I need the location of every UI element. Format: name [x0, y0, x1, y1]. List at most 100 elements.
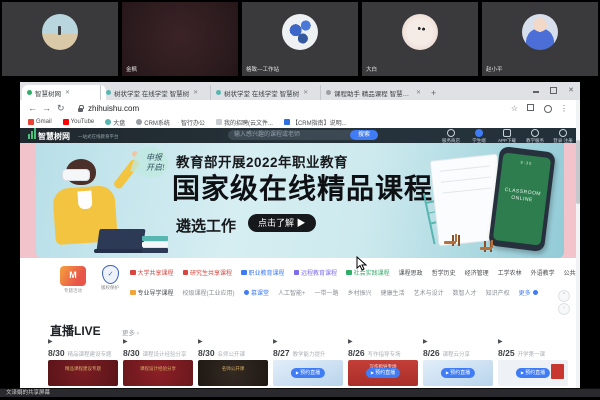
- bookmark-item[interactable]: Gmail: [28, 119, 52, 125]
- search-input[interactable]: [228, 130, 356, 140]
- category-link[interactable]: 哲学历史: [432, 268, 456, 277]
- tab-close-icon[interactable]: ✕: [416, 89, 421, 96]
- hero-banner[interactable]: 申报 开启! 教育部开展2022年职业教育 国家级在线精品课程 遴选工作 点击了…: [36, 143, 564, 258]
- bookmark-item[interactable]: 大盘: [105, 118, 125, 127]
- live-item[interactable]: ▶ 8/26写作指导专场 写作指导专场预约直播: [348, 338, 418, 386]
- live-item[interactable]: ▶ 8/30精品课程建设专题 精品课程建设专题: [48, 338, 118, 386]
- tab-title: 树状学堂 在线学堂 智慧树: [114, 88, 189, 98]
- live-item[interactable]: ▶ 8/30课程设计经验分享 课程设计经验分享: [123, 338, 193, 386]
- banner-cta-button[interactable]: 点击了解 ▶: [248, 214, 316, 232]
- promo-logo[interactable]: M: [60, 266, 86, 286]
- tab-group-icon[interactable]: [527, 104, 534, 111]
- category-link[interactable]: 乡村振兴: [348, 288, 372, 297]
- back-icon[interactable]: ←: [28, 103, 37, 113]
- category-link[interactable]: 远程教育课程: [294, 268, 338, 277]
- menu-item-student[interactable]: 学生端: [468, 129, 490, 144]
- category-link[interactable]: 慕课堂: [244, 288, 270, 297]
- tab-close-icon[interactable]: ✕: [303, 89, 308, 96]
- participant-tile[interactable]: [2, 2, 118, 76]
- avatar: [522, 14, 558, 50]
- reserve-live-button[interactable]: 预约直播: [366, 368, 400, 378]
- classroom-online-text: CLASSROOM ONLINE: [498, 186, 547, 206]
- scrollbar-track[interactable]: [576, 100, 580, 394]
- bookmark-star-icon[interactable]: ☆: [511, 104, 518, 113]
- promo-logo-caption: 专题活动: [58, 288, 88, 294]
- live-thumbnail[interactable]: 课程设计经验分享: [123, 360, 193, 386]
- site-logo[interactable]: 智慧树网: [38, 131, 70, 142]
- bookmark-item[interactable]: 【CRM指南】说明...: [284, 118, 347, 127]
- live-item[interactable]: ▶ 8/26课程云分享 预约直播: [423, 338, 493, 386]
- participant-tile[interactable]: 格致—工作站: [242, 2, 358, 76]
- scrollbar-thumb[interactable]: [576, 140, 580, 204]
- menu-dots-icon[interactable]: ⋮: [560, 104, 568, 113]
- briefcase-icon: [241, 270, 247, 276]
- category-link[interactable]: 数智人才: [453, 288, 477, 297]
- browser-tab[interactable]: 智慧树网 ✕: [22, 85, 106, 100]
- participant-name: 格致—工作站: [246, 65, 279, 73]
- reserve-live-button[interactable]: 预约直播: [441, 368, 475, 378]
- category-link[interactable]: 一带一路: [315, 288, 339, 297]
- menu-item-store[interactable]: 服务商店: [440, 129, 462, 144]
- back-to-top-button[interactable]: ⌃: [558, 290, 570, 302]
- bookmark-item[interactable]: YouTube: [63, 119, 95, 125]
- category-link[interactable]: 人工智能+: [278, 288, 306, 297]
- category-more-link[interactable]: 更多: [519, 288, 539, 297]
- mooc-icon: [244, 290, 250, 296]
- category-row-1: 大学共享课程 研究生共享课程 职业教育课程 远程教育课程 社会实践课程 课程思政…: [130, 268, 572, 277]
- category-link[interactable]: 职业教育课程: [241, 268, 285, 277]
- category-link[interactable]: 专业导学课程: [130, 288, 174, 297]
- participant-strip: 金枫 格致—工作站 大白 赵小平: [2, 2, 598, 76]
- browser-tab[interactable]: 课程助手 精品课程 智慧树网 ✕: [320, 85, 433, 100]
- participant-tile[interactable]: 大白: [362, 2, 478, 76]
- participant-tile[interactable]: 金枫: [122, 2, 238, 76]
- header-menu: 服务商店 学生端 APP下载 教学服务 登录·注册: [440, 129, 574, 144]
- live-thumbnail[interactable]: 预约直播: [273, 360, 343, 386]
- menu-item-teaching[interactable]: 教学服务: [524, 129, 546, 144]
- reserve-live-button[interactable]: 预约直播: [516, 368, 550, 378]
- url-text[interactable]: zhihuishu.com: [88, 104, 139, 113]
- forward-icon[interactable]: →: [42, 103, 51, 113]
- plus-icon: +: [431, 88, 436, 98]
- category-link[interactable]: 外语教学: [531, 268, 555, 277]
- profile-icon[interactable]: [544, 105, 552, 113]
- reserve-live-button[interactable]: 预约直播: [291, 368, 325, 378]
- category-link[interactable]: 大学共享课程: [130, 268, 174, 277]
- live-item[interactable]: ▶ 8/27教学能力提升 预约直播: [273, 338, 343, 386]
- close-icon[interactable]: ✕: [568, 87, 574, 94]
- category-link[interactable]: 工学农林: [498, 268, 522, 277]
- category-link[interactable]: 校级课程(工业应用): [183, 288, 235, 297]
- browser-tab[interactable]: 树状学堂 在线学堂 智慧树 ✕: [210, 85, 327, 100]
- bookmark-item[interactable]: 智行办公: [181, 118, 205, 127]
- category-link[interactable]: 知识产权: [486, 288, 510, 297]
- category-link[interactable]: 艺术与设计: [414, 288, 444, 297]
- live-thumbnail[interactable]: 名师公开课: [198, 360, 268, 386]
- category-link[interactable]: 研究生共享课程: [183, 268, 233, 277]
- category-link[interactable]: 健康生活: [381, 288, 405, 297]
- browser-tab[interactable]: 树状学堂 在线学堂 智慧树 ✕: [100, 85, 217, 100]
- new-tab-button[interactable]: +: [426, 85, 448, 100]
- maximize-icon[interactable]: [550, 87, 557, 94]
- reload-icon[interactable]: ↻: [57, 103, 65, 113]
- bookmark-item[interactable]: CRM系统: [136, 118, 170, 127]
- live-thumbnail[interactable]: 预约直播: [498, 360, 568, 386]
- live-item[interactable]: ▶ 8/25开学第一课 预约直播: [498, 338, 568, 386]
- minimize-icon[interactable]: [533, 91, 539, 93]
- participant-tile[interactable]: 赵小平: [482, 2, 598, 76]
- menu-item-app[interactable]: APP下载: [496, 129, 518, 144]
- tab-title: 智慧树网: [35, 88, 61, 98]
- live-item[interactable]: ▶ 8/30名师公开课 名师公开课: [198, 338, 268, 386]
- tab-close-icon[interactable]: ✕: [193, 89, 198, 96]
- service-widget-button[interactable]: ◦: [558, 303, 570, 315]
- participant-name: 赵小平: [486, 65, 503, 73]
- menu-item-login[interactable]: 登录·注册: [552, 129, 574, 144]
- tab-close-icon[interactable]: ✕: [65, 89, 70, 96]
- live-thumbnail[interactable]: 预约直播: [423, 360, 493, 386]
- bookmark-item[interactable]: 我的招聘(云文件...: [216, 118, 273, 127]
- live-thumbnail[interactable]: 精品课程建设专题: [48, 360, 118, 386]
- live-more-link[interactable]: 更多 ›: [122, 327, 139, 337]
- category-link[interactable]: 课程思政: [399, 268, 423, 277]
- participant-name: 大白: [366, 65, 377, 73]
- live-thumbnail[interactable]: 写作指导专场预约直播: [348, 360, 418, 386]
- search-button[interactable]: 搜索: [350, 130, 378, 140]
- category-link[interactable]: 经济管理: [465, 268, 489, 277]
